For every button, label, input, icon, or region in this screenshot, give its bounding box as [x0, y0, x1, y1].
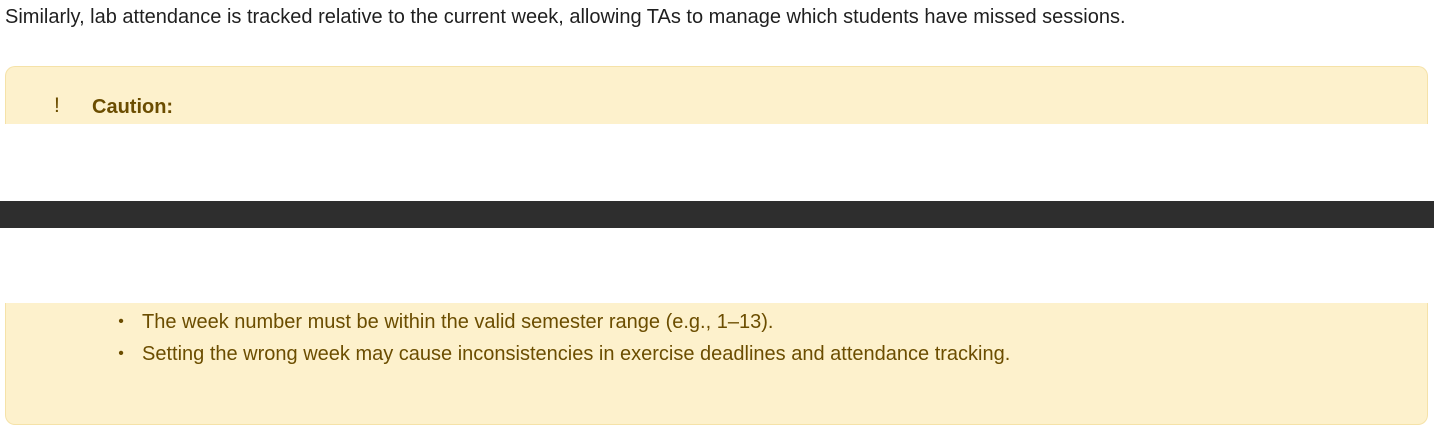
callout-title: Caution:: [92, 96, 174, 118]
blank-gap-upper: [0, 124, 1434, 201]
list-item: • The week number must be within the val…: [115, 306, 1010, 338]
list-item-text: The week number must be within the valid…: [142, 311, 774, 333]
bullet-icon: •: [118, 345, 124, 362]
intro-paragraph: Similarly, lab attendance is tracked rel…: [5, 6, 1126, 28]
list-item-text: Setting the wrong week may cause inconsi…: [142, 343, 1011, 365]
caution-callout-body: • The week number must be within the val…: [5, 303, 1428, 425]
caution-callout-header: ! Caution:: [5, 66, 1428, 124]
exclamation-icon: !: [54, 94, 60, 117]
bullet-icon: •: [118, 313, 124, 330]
list-item: • Setting the wrong week may cause incon…: [115, 338, 1010, 370]
caution-list: • The week number must be within the val…: [115, 306, 1010, 370]
document-page: Similarly, lab attendance is tracked rel…: [0, 0, 1434, 436]
dark-overlay-bar: [0, 201, 1434, 228]
blank-gap-lower: [0, 228, 1434, 303]
